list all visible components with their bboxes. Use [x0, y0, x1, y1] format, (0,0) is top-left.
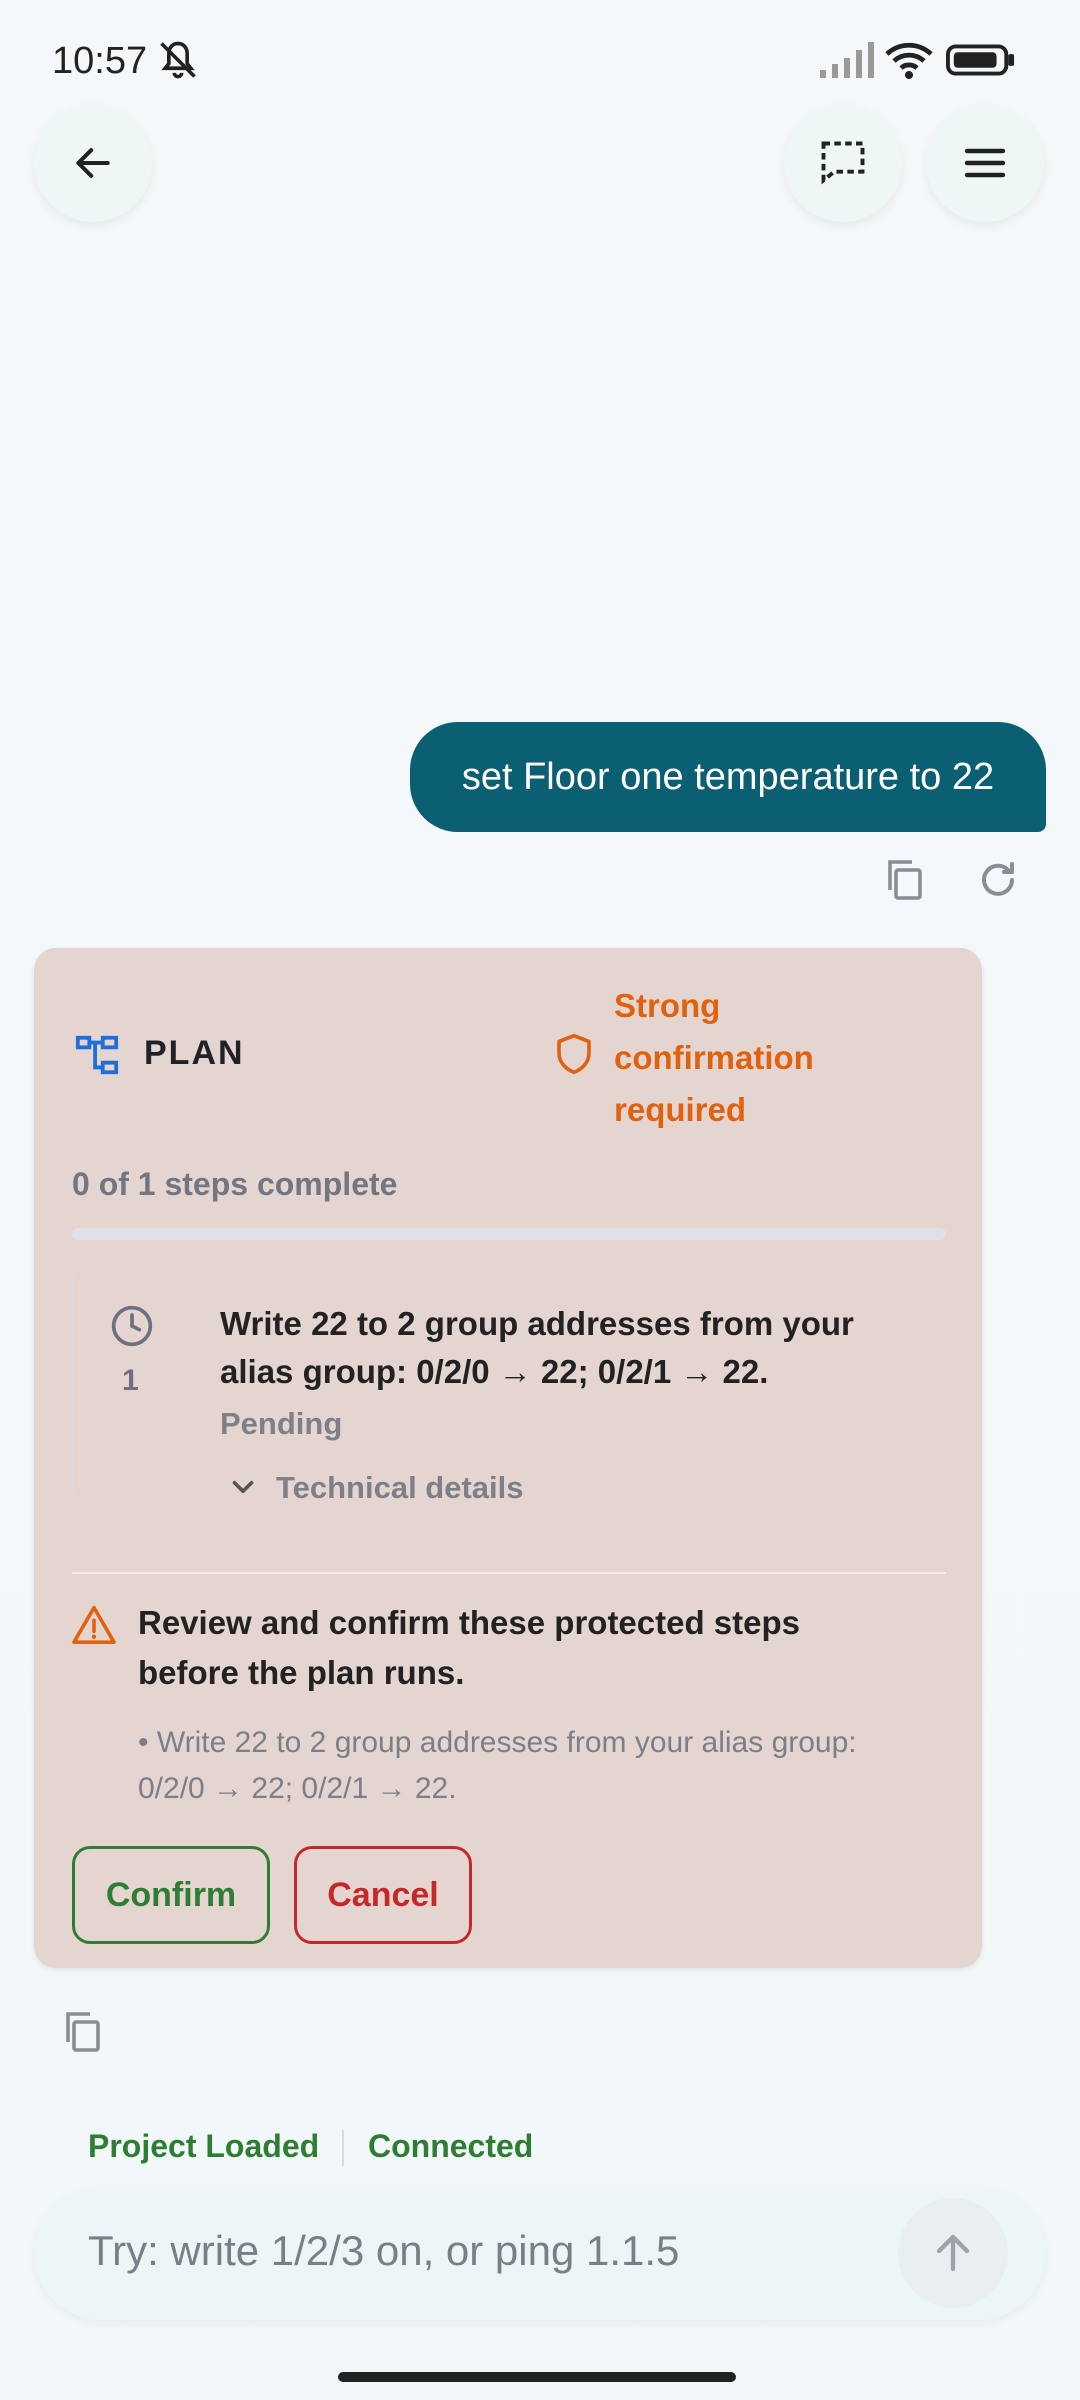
status-bar: 10:57 — [0, 0, 1080, 120]
retry-icon[interactable] — [974, 856, 1022, 904]
arrow-left-icon — [76, 148, 110, 178]
cancel-button[interactable]: Cancel — [294, 1846, 472, 1944]
battery-icon — [946, 44, 1015, 76]
warning-icon — [72, 1605, 116, 1644]
user-message-text: set Floor one temperature to 22 — [461, 755, 995, 798]
chevron-down-icon[interactable] — [226, 1470, 260, 1504]
hamburger-menu-icon — [964, 148, 1006, 178]
step-description: Write 22 to 2 group addresses from your … — [220, 1305, 854, 1390]
clock-icon — [111, 1305, 153, 1347]
progress-text: 0 of 1 steps complete — [72, 1166, 398, 1202]
plan-step: 1 Write 22 to 2 group addresses from you… — [72, 1274, 946, 1505]
plan-card: PLAN Strong confirmation required 0 of 1… — [34, 948, 982, 1968]
arrow-up-icon — [936, 2234, 970, 2272]
plan-tree-icon — [75, 1035, 119, 1075]
status-time: 10:57 — [52, 40, 148, 82]
muted-bell-icon — [160, 41, 196, 79]
confirmation-badge: Strong confirmation required — [614, 987, 814, 1128]
warning-title: Review and confirm these protected steps… — [138, 1604, 801, 1691]
user-message-bubble: set Floor one temperature to 22 — [410, 722, 1046, 832]
screen: 10:57 set Floor one temperature to 22 PL… — [0, 0, 1080, 2400]
new-chat-button[interactable] — [784, 104, 902, 222]
copy-icon[interactable] — [58, 2008, 106, 2056]
warning-item: • Write 22 to 2 group addresses from you… — [138, 1726, 857, 1805]
project-status: Project Loaded — [88, 2128, 320, 2164]
connection-status: Connected — [368, 2128, 534, 2164]
copy-icon[interactable] — [880, 856, 928, 904]
send-button[interactable] — [898, 2198, 1008, 2308]
chat-bubble-icon — [821, 141, 865, 185]
back-button[interactable] — [34, 104, 152, 222]
menu-button[interactable] — [926, 104, 1044, 222]
wifi-icon — [885, 42, 933, 79]
divider — [72, 1572, 946, 1574]
shield-icon — [557, 1033, 591, 1075]
plan-title: PLAN — [144, 1034, 245, 1072]
confirm-button[interactable]: Confirm — [72, 1846, 270, 1944]
home-indicator[interactable] — [338, 2372, 736, 2382]
step-number: 1 — [122, 1364, 139, 1397]
step-status: Pending — [220, 1406, 343, 1441]
status-separator — [342, 2130, 344, 2166]
signal-icon — [820, 42, 874, 78]
progress-bar — [72, 1228, 946, 1240]
composer — [34, 2186, 1046, 2320]
chat-input[interactable] — [88, 2216, 868, 2286]
technical-details-toggle[interactable]: Technical details — [276, 1470, 524, 1506]
